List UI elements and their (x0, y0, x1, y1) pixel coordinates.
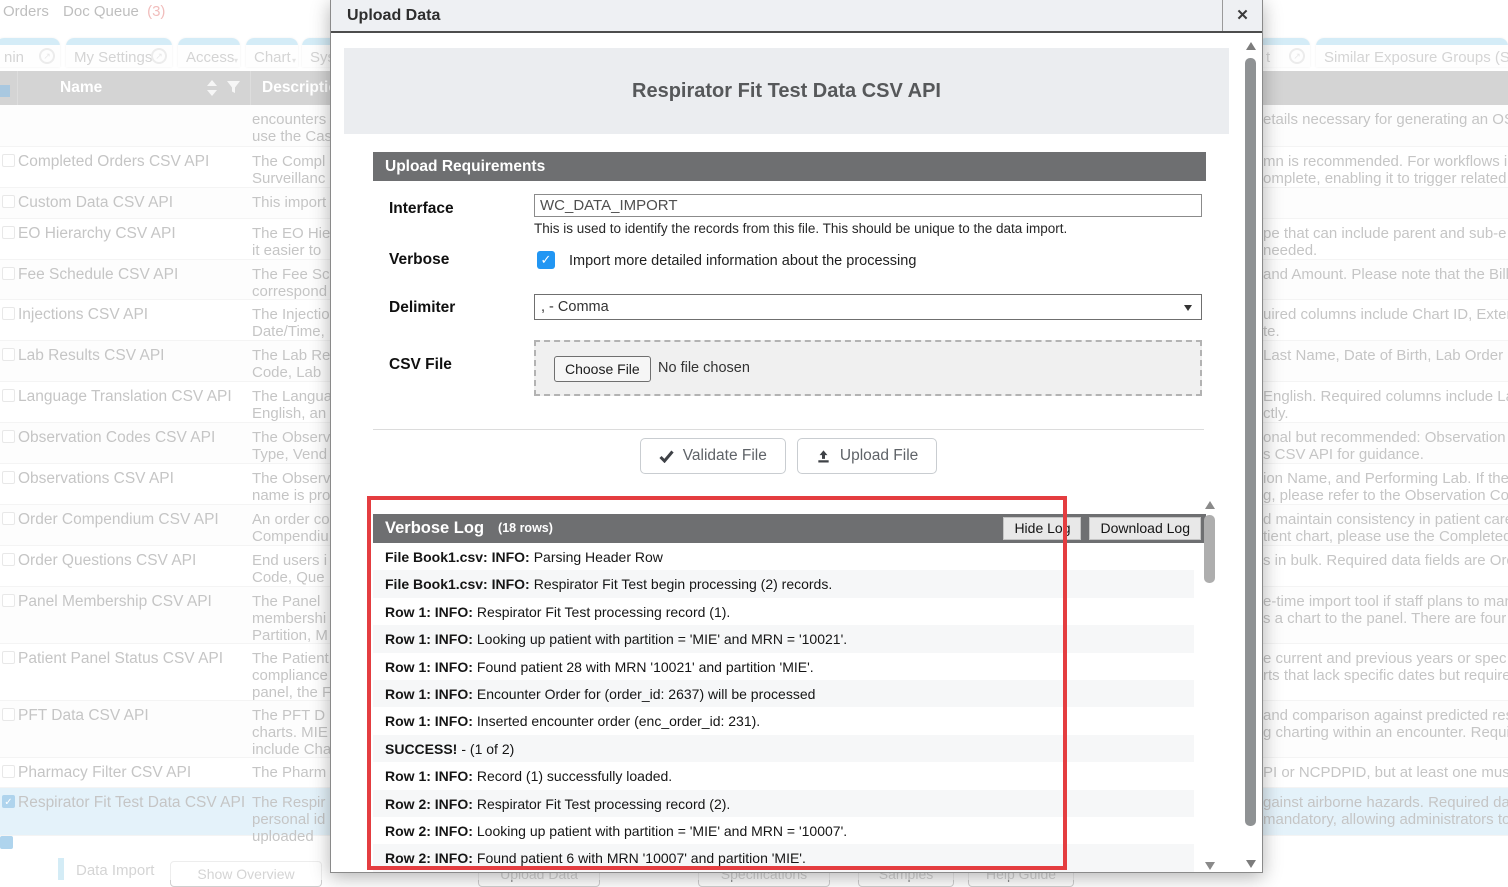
scroll-down-icon[interactable] (1205, 862, 1215, 870)
section-upload-requirements: Upload Requirements (373, 152, 1206, 181)
log-row: Row 1: INFO:Inserted encounter order (en… (373, 707, 1194, 735)
check-icon (659, 450, 674, 463)
close-icon[interactable]: ✕ (1222, 0, 1262, 31)
api-banner-title: Respirator Fit Test Data CSV API (344, 80, 1229, 103)
log-row: Row 1: INFO:Looking up patient with part… (373, 625, 1194, 653)
upload-file-button[interactable]: Upload File (797, 438, 937, 474)
hide-log-button[interactable]: Hide Log (1003, 517, 1081, 540)
scroll-up-icon[interactable] (1246, 42, 1256, 50)
dialog-scrollbar-thumb[interactable] (1245, 58, 1256, 826)
dialog-title: Upload Data (347, 7, 440, 25)
delimiter-select[interactable]: , - Comma (534, 294, 1202, 320)
interface-help-text: This is used to identify the records fro… (534, 221, 1067, 236)
log-row: Row 1: INFO:Record (1) successfully load… (373, 762, 1194, 790)
log-row: Row 2: INFO:Looking up patient with part… (373, 817, 1194, 845)
csv-file-label: CSV File (389, 356, 452, 374)
log-scrollbar[interactable] (1202, 497, 1217, 872)
verbose-checkbox[interactable]: ✓ (537, 251, 555, 269)
file-chosen-status: No file chosen (658, 360, 750, 376)
file-drop-zone[interactable]: Choose File No file chosen (534, 340, 1202, 396)
verbose-log-row-count: (18 rows) (498, 514, 553, 543)
dialog-scrollbar[interactable] (1244, 36, 1257, 870)
divider (373, 429, 1204, 430)
log-row: SUCCESS!- (1 of 2) (373, 735, 1194, 763)
upload-data-dialog: Upload Data ✕ Respirator Fit Test Data C… (330, 0, 1263, 873)
log-row: Row 1: INFO:Encounter Order for (order_i… (373, 680, 1194, 708)
interface-input[interactable] (534, 194, 1202, 217)
log-scrollbar-thumb[interactable] (1204, 515, 1215, 583)
delimiter-label: Delimiter (389, 299, 455, 317)
validate-file-button[interactable]: Validate File (640, 438, 786, 474)
log-row: File Book1.csv: INFO:Respirator Fit Test… (373, 570, 1194, 598)
log-row: Row 2: INFO:Found patient 6 with MRN '10… (373, 844, 1194, 872)
verbose-log-title: Verbose Log (385, 514, 484, 543)
interface-label: Interface (389, 200, 454, 218)
dialog-title-bar: Upload Data ✕ (331, 0, 1262, 33)
download-log-button[interactable]: Download Log (1089, 517, 1201, 540)
log-row: Row 2: INFO:Respirator Fit Test processi… (373, 790, 1194, 818)
log-row: Row 1: INFO:Found patient 28 with MRN '1… (373, 653, 1194, 681)
log-row: Row 1: INFO:Respirator Fit Test processi… (373, 598, 1194, 626)
verbose-checkbox-label: Import more detailed information about t… (569, 253, 916, 269)
scroll-up-icon[interactable] (1205, 501, 1215, 509)
upload-icon (816, 449, 831, 464)
scroll-down-icon[interactable] (1246, 860, 1256, 868)
log-row: File Book1.csv: INFO:Parsing Header Row (373, 543, 1194, 571)
verbose-log-header: Verbose Log (18 rows) Hide Log Download … (373, 514, 1206, 543)
choose-file-button[interactable]: Choose File (554, 356, 651, 382)
chevron-down-icon (1184, 305, 1192, 311)
verbose-label: Verbose (389, 251, 449, 269)
api-banner: Respirator Fit Test Data CSV API (344, 48, 1229, 134)
delimiter-selected-value: , - Comma (541, 299, 609, 315)
